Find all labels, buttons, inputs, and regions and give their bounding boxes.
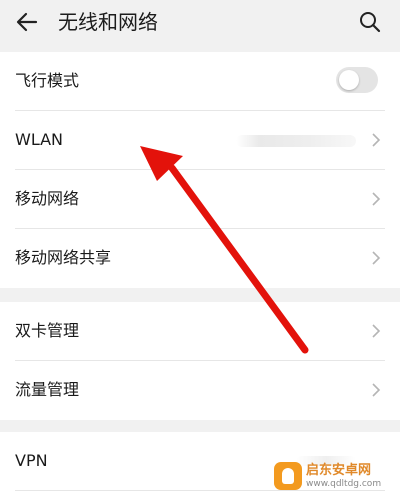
chevron-right-icon xyxy=(372,324,381,338)
chevron-right-icon xyxy=(372,192,381,206)
app-header: 无线和网络 xyxy=(0,0,400,46)
chevron-right-icon xyxy=(372,133,381,147)
settings-group-network: 飞行模式 WLAN 移动网络 移动网络共享 xyxy=(0,52,400,288)
row-label: 移动网络共享 xyxy=(15,248,112,267)
airplane-mode-toggle[interactable] xyxy=(336,67,378,93)
watermark-name: 启东安卓网 xyxy=(306,462,372,478)
row-label: VPN xyxy=(15,451,48,470)
toggle-knob xyxy=(339,70,359,90)
row-label: WLAN xyxy=(15,130,64,149)
page-title: 无线和网络 xyxy=(58,10,158,34)
tethering-row[interactable]: 移动网络共享 xyxy=(0,229,400,288)
arrow-left-icon[interactable] xyxy=(10,6,44,38)
search-icon[interactable] xyxy=(354,6,386,38)
wlan-row[interactable]: WLAN xyxy=(0,111,400,170)
chevron-right-icon xyxy=(372,383,381,397)
row-label: 飞行模式 xyxy=(15,71,80,90)
row-label: 双卡管理 xyxy=(15,321,80,340)
dual-sim-row[interactable]: 双卡管理 xyxy=(0,302,400,361)
row-label: 流量管理 xyxy=(15,380,80,399)
mobile-network-row[interactable]: 移动网络 xyxy=(0,170,400,229)
watermark-logo-icon xyxy=(274,462,302,490)
data-usage-row[interactable]: 流量管理 xyxy=(0,361,400,420)
row-label: 移动网络 xyxy=(15,189,80,208)
airplane-mode-row[interactable]: 飞行模式 xyxy=(0,52,400,111)
settings-group-sim: 双卡管理 流量管理 xyxy=(0,302,400,420)
watermark-url: www.qdltdg.com xyxy=(306,478,382,489)
chevron-right-icon xyxy=(372,251,381,265)
watermark: 启东安卓网 www.qdltdg.com xyxy=(274,456,394,496)
wlan-redacted-value xyxy=(236,135,356,147)
